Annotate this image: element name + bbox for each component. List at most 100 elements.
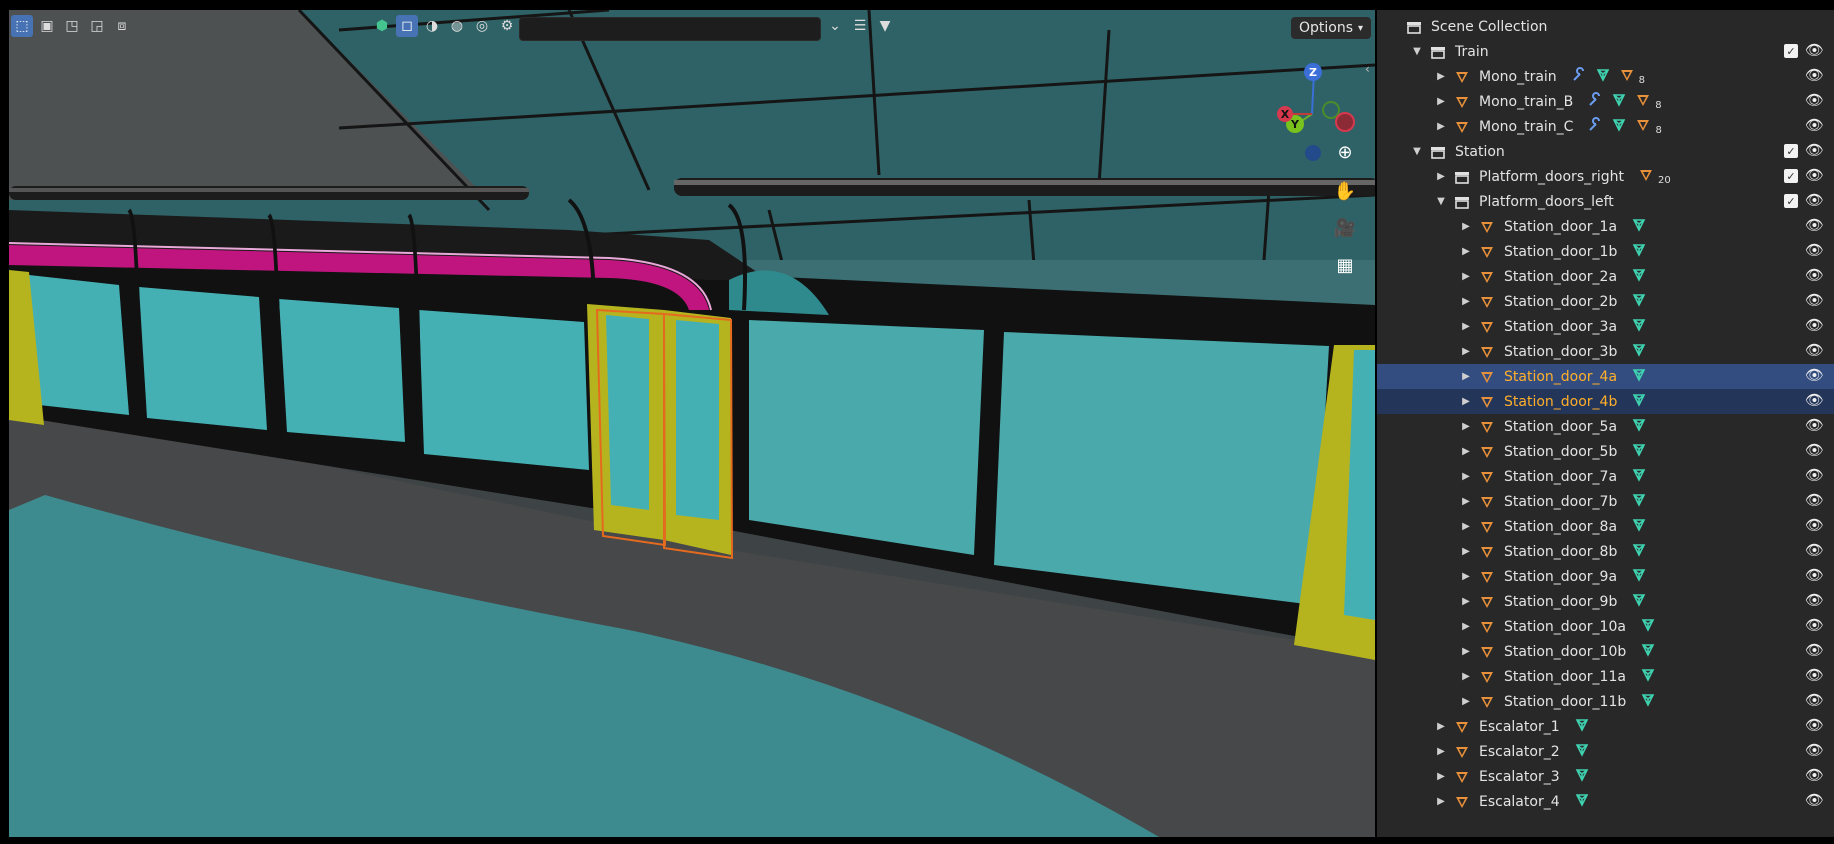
zoom-icon[interactable]: ⊕ xyxy=(1330,137,1360,167)
select-extend-icon[interactable]: ◳ xyxy=(61,15,83,37)
expand-arrow-icon[interactable]: ▶ xyxy=(1460,521,1472,532)
expand-arrow-icon[interactable]: ▶ xyxy=(1435,796,1447,807)
expand-arrow-icon[interactable]: ▶ xyxy=(1435,121,1447,132)
visibility-eye-icon[interactable]: 👁 xyxy=(1805,516,1824,534)
outliner-row[interactable]: ▶ Station_door_7b xyxy=(1377,489,1834,514)
search-input[interactable] xyxy=(524,20,788,38)
outliner-row[interactable]: ▶ Station_door_10a xyxy=(1377,614,1834,639)
expand-arrow-icon[interactable]: ▶ xyxy=(1460,421,1472,432)
object-data-icon[interactable] xyxy=(1619,67,1635,87)
mesh-data-icon[interactable] xyxy=(1631,267,1647,287)
expand-arrow-icon[interactable]: ▶ xyxy=(1435,771,1447,782)
expand-arrow-icon[interactable]: ▶ xyxy=(1460,246,1472,257)
neg-z-axis-ball[interactable] xyxy=(1305,145,1321,161)
pan-hand-icon[interactable]: ✋ xyxy=(1330,176,1360,206)
object-types-icon[interactable]: ⬢ xyxy=(371,15,393,37)
outliner-row[interactable]: ▶ Station_door_2b xyxy=(1377,289,1834,314)
expand-arrow-icon[interactable]: ▶ xyxy=(1435,746,1447,757)
exclude-checkbox[interactable]: ✓ xyxy=(1784,44,1798,58)
expand-arrow-icon[interactable]: ▶ xyxy=(1460,321,1472,332)
neg-y-axis-ball[interactable] xyxy=(1322,101,1340,119)
visibility-eye-icon[interactable]: 👁 xyxy=(1805,416,1824,434)
visibility-eye-icon[interactable]: 👁 xyxy=(1805,166,1824,184)
outliner-row[interactable]: ▼ Station xyxy=(1377,139,1834,164)
viewport-scene[interactable] xyxy=(9,10,1375,837)
expand-arrow-icon[interactable]: ▶ xyxy=(1435,71,1447,82)
outliner-row[interactable]: ▶ Station_door_5b xyxy=(1377,439,1834,464)
expand-arrow-icon[interactable]: ▶ xyxy=(1460,546,1472,557)
options-button[interactable]: Options ▾ xyxy=(1291,17,1372,39)
outliner-row[interactable]: ▶ Station_door_3b xyxy=(1377,339,1834,364)
outliner-row[interactable]: ▶ Escalator_1 xyxy=(1377,714,1834,739)
visibility-eye-icon[interactable]: 👁 xyxy=(1805,316,1824,334)
mesh-data-icon[interactable] xyxy=(1631,392,1647,412)
outliner-row[interactable]: ▼ Platform_doors_left xyxy=(1377,189,1834,214)
select-invert-icon[interactable]: ⧈ xyxy=(111,15,133,37)
visibility-eye-icon[interactable]: 👁 xyxy=(1805,466,1824,484)
visibility-eye-icon[interactable]: 👁 xyxy=(1805,91,1824,109)
collapse-arrow-icon[interactable]: ▼ xyxy=(1435,196,1447,207)
outliner-row[interactable]: ▶ Mono_train 8 xyxy=(1377,64,1834,89)
outliner-row[interactable]: ▶ Escalator_4 xyxy=(1377,789,1834,814)
modifier-wrench-icon[interactable] xyxy=(1587,91,1603,112)
expand-arrow-icon[interactable]: ▶ xyxy=(1460,696,1472,707)
mesh-data-icon[interactable] xyxy=(1595,67,1611,87)
mesh-data-icon[interactable] xyxy=(1631,467,1647,487)
outliner-row[interactable]: ▶ Station_door_9b xyxy=(1377,589,1834,614)
outliner-row[interactable]: ▶ Station_door_8b xyxy=(1377,539,1834,564)
mesh-data-icon[interactable] xyxy=(1640,692,1656,712)
exclude-checkbox[interactable]: ✓ xyxy=(1784,169,1798,183)
expand-arrow-icon[interactable]: ▶ xyxy=(1460,671,1472,682)
expand-arrow-icon[interactable]: ▶ xyxy=(1435,721,1447,732)
object-data-icon[interactable] xyxy=(1638,167,1654,187)
collapse-arrow-icon[interactable]: ▼ xyxy=(1411,146,1423,157)
mesh-data-icon[interactable] xyxy=(1640,667,1656,687)
outliner-row[interactable]: ▶ Mono_train_B 8 xyxy=(1377,89,1834,114)
mesh-data-icon[interactable] xyxy=(1631,242,1647,262)
visibility-eye-icon[interactable]: 👁 xyxy=(1805,566,1824,584)
outliner-row[interactable]: ▶ Escalator_3 xyxy=(1377,764,1834,789)
visibility-eye-icon[interactable]: 👁 xyxy=(1805,616,1824,634)
outliner-row[interactable]: ▶ Station_door_11a xyxy=(1377,664,1834,689)
visibility-eye-icon[interactable]: 👁 xyxy=(1805,116,1824,134)
mesh-data-icon[interactable] xyxy=(1631,317,1647,337)
mesh-data-icon[interactable] xyxy=(1611,92,1627,112)
outliner-row[interactable]: ▶ Station_door_3a xyxy=(1377,314,1834,339)
outliner-row[interactable]: ▼ Train xyxy=(1377,39,1834,64)
visibility-eye-icon[interactable]: 👁 xyxy=(1805,66,1824,84)
mesh-data-icon[interactable] xyxy=(1640,617,1656,637)
expand-arrow-icon[interactable]: ▶ xyxy=(1460,396,1472,407)
visibility-eye-icon[interactable]: 👁 xyxy=(1805,591,1824,609)
object-data-icon[interactable] xyxy=(1635,92,1651,112)
search-field[interactable] xyxy=(519,17,821,41)
select-subtract-icon[interactable]: ◲ xyxy=(86,15,108,37)
visibility-eye-icon[interactable]: 👁 xyxy=(1805,666,1824,684)
filter-funnel-icon[interactable]: ▼ xyxy=(874,15,896,37)
mesh-data-icon[interactable] xyxy=(1631,492,1647,512)
expand-arrow-icon[interactable]: ▶ xyxy=(1460,471,1472,482)
outliner-row[interactable]: ▶ Mono_train_C 8 xyxy=(1377,114,1834,139)
visibility-eye-icon[interactable]: 👁 xyxy=(1805,241,1824,259)
3d-viewport[interactable]: ⬚ ▣ ◳ ◲ ⧈ ⬢ ◻ ◑ ◍ ◎ ⚙ ⌕ ⌄ ☰ ▼ Options ▾ … xyxy=(9,10,1375,837)
expand-arrow-icon[interactable]: ▶ xyxy=(1460,621,1472,632)
mesh-data-icon[interactable] xyxy=(1631,592,1647,612)
mesh-data-icon[interactable] xyxy=(1574,717,1590,737)
modifier-wrench-icon[interactable] xyxy=(1587,116,1603,137)
camera-view-icon[interactable]: 🎥 xyxy=(1330,213,1360,243)
outliner-row[interactable]: ▶ Station_door_7a xyxy=(1377,464,1834,489)
mesh-data-icon[interactable] xyxy=(1631,217,1647,237)
mesh-data-icon[interactable] xyxy=(1631,417,1647,437)
visibility-eye-icon[interactable]: 👁 xyxy=(1805,741,1824,759)
visibility-eye-icon[interactable]: 👁 xyxy=(1805,491,1824,509)
visibility-eye-icon[interactable]: 👁 xyxy=(1805,541,1824,559)
visibility-eye-icon[interactable]: 👁 xyxy=(1805,291,1824,309)
mesh-data-icon[interactable] xyxy=(1631,542,1647,562)
mesh-data-icon[interactable] xyxy=(1631,367,1647,387)
visibility-eye-icon[interactable]: 👁 xyxy=(1805,216,1824,234)
mesh-data-icon[interactable] xyxy=(1631,442,1647,462)
visibility-eye-icon[interactable]: 👁 xyxy=(1805,366,1824,384)
expand-arrow-icon[interactable]: ▶ xyxy=(1460,571,1472,582)
outliner-row[interactable]: ▶ Station_door_10b xyxy=(1377,639,1834,664)
material-preview-icon[interactable]: ◍ xyxy=(446,15,468,37)
wireframe-shading-icon[interactable]: ◻ xyxy=(396,15,418,37)
